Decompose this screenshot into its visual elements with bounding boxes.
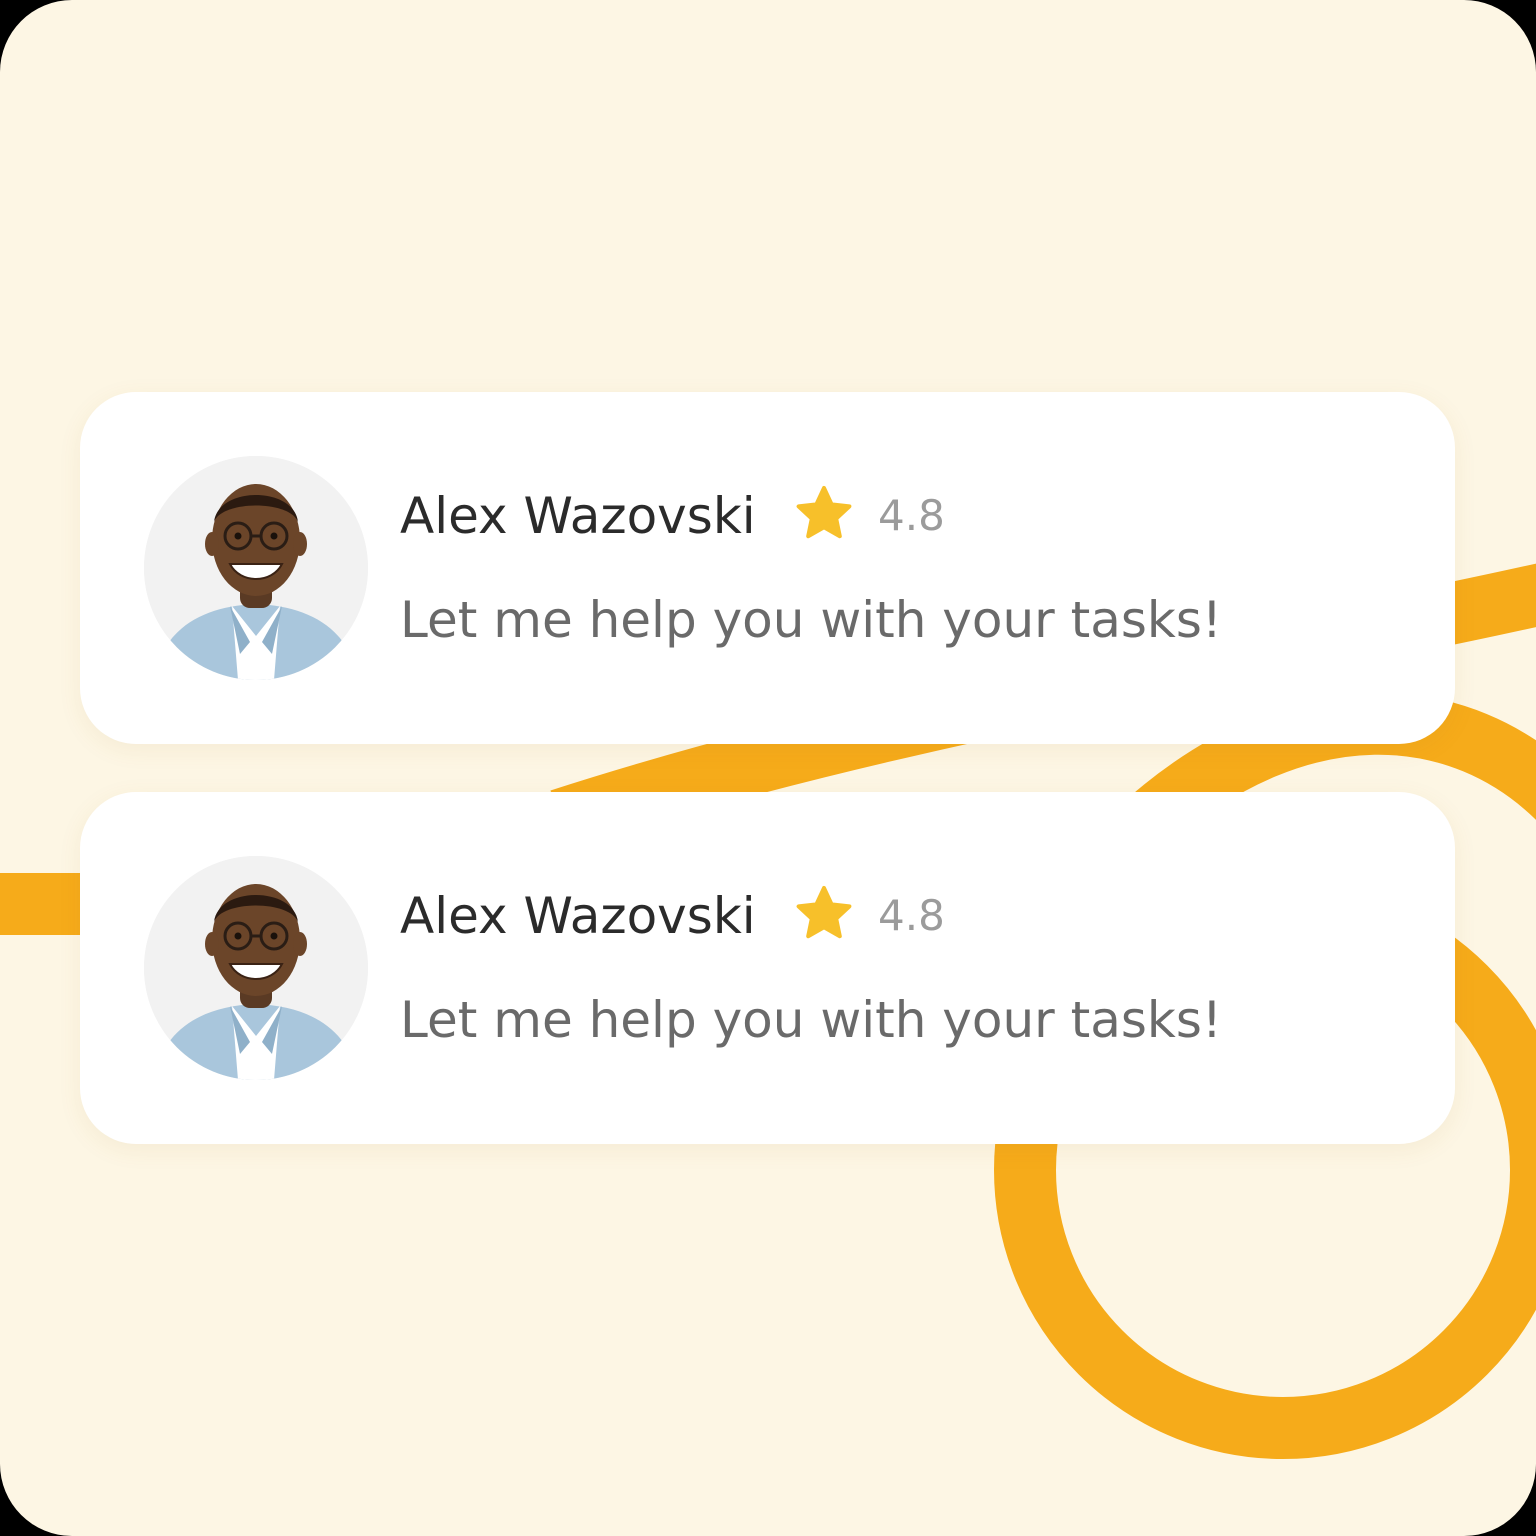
page-canvas: Alex Wazovski 4.8 Let me help you with y…	[0, 0, 1536, 1536]
rating-value: 4.8	[878, 491, 945, 540]
person-avatar-icon	[144, 856, 368, 1080]
avatar	[144, 856, 368, 1080]
user-name: Alex Wazovski	[400, 487, 756, 545]
card-message: Let me help you with your tasks!	[400, 991, 1222, 1049]
star-icon	[796, 486, 852, 539]
user-name: Alex Wazovski	[400, 887, 756, 945]
card-message: Let me help you with your tasks!	[400, 591, 1222, 649]
rating-value: 4.8	[878, 891, 945, 940]
decorative-swirl-line	[0, 563, 1536, 1459]
profile-card[interactable]: Alex Wazovski 4.8 Let me help you with y…	[80, 392, 1455, 744]
person-avatar-icon	[144, 456, 368, 680]
profile-card[interactable]: Alex Wazovski 4.8 Let me help you with y…	[80, 792, 1455, 1144]
star-icon	[796, 886, 852, 939]
avatar	[144, 456, 368, 680]
